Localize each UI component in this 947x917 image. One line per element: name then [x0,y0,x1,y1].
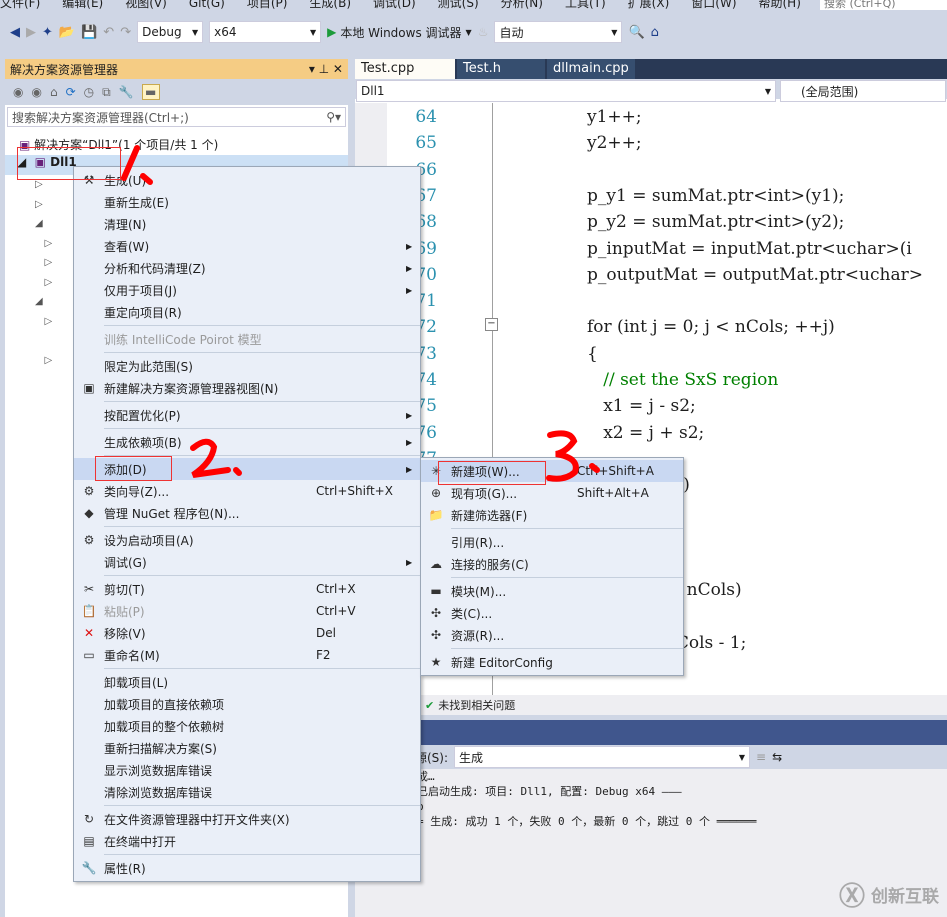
watermark-logo: Ⓧ 创新互联 [838,882,939,912]
annotation-strokes [121,145,600,482]
